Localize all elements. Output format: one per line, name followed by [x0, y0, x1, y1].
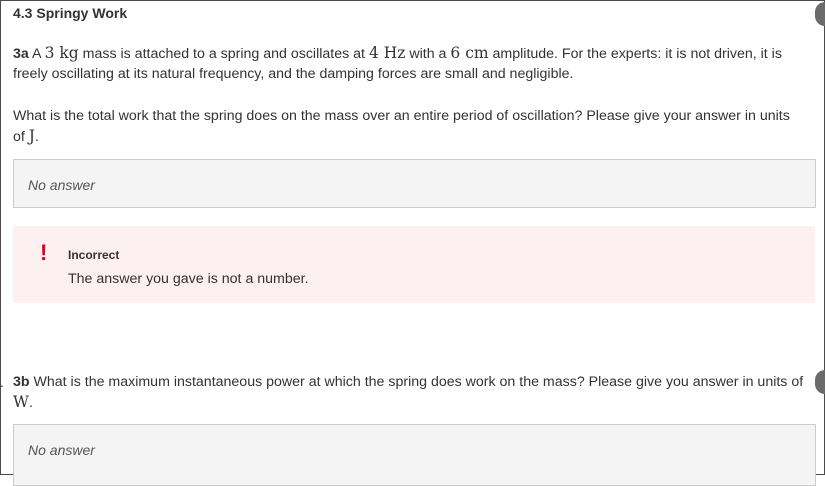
q3b-prompt-text: What is the maximum instantaneous power … — [29, 374, 804, 390]
q3b-prompt-end: . — [28, 395, 33, 411]
q3a-text-part: with a — [405, 46, 451, 62]
question-3b-id: 3b — [13, 374, 30, 390]
question-3a-text: 3a A 3 kg mass is attached to a spring a… — [13, 43, 805, 84]
feedback-title: Incorrect — [68, 248, 120, 262]
answer-input-3b[interactable]: No answer — [13, 424, 816, 486]
amp-unit: cm — [465, 44, 489, 62]
answer-placeholder-3a: No answer — [28, 177, 95, 193]
question-3b-text: 3b What is the maximum instantaneous pow… — [13, 372, 805, 413]
question-3a-prompt: What is the total work that the spring d… — [13, 106, 805, 147]
feedback-message: The answer you gave is not a number. — [68, 271, 309, 287]
exclamation-icon: ! — [40, 240, 48, 265]
amp-value: 6 — [450, 44, 461, 62]
answer-input-3a[interactable]: No answer — [13, 159, 816, 208]
freq-unit: Hz — [383, 44, 406, 62]
scroll-handle-top[interactable] — [815, 2, 825, 26]
q3b-prompt-unit: W — [13, 393, 29, 411]
section-title: 4.3 Springy Work — [13, 5, 128, 21]
list-marker-fragment: . — [0, 377, 4, 387]
freq-value: 4 — [368, 44, 379, 62]
question-3a-id: 3a — [13, 46, 29, 62]
q3a-text-part: mass is attached to a spring and oscilla… — [78, 46, 369, 62]
q3a-prompt-text: What is the total work that the spring d… — [13, 108, 790, 145]
q3a-prompt-end: . — [35, 129, 39, 145]
q3a-text-part: A — [31, 46, 45, 62]
mass-value: 3 — [44, 44, 55, 62]
answer-placeholder-3b: No answer — [28, 442, 95, 458]
mass-unit: kg — [59, 44, 79, 62]
feedback-incorrect: ! Incorrect The answer you gave is not a… — [13, 226, 815, 303]
scroll-handle-lower[interactable] — [815, 370, 825, 394]
